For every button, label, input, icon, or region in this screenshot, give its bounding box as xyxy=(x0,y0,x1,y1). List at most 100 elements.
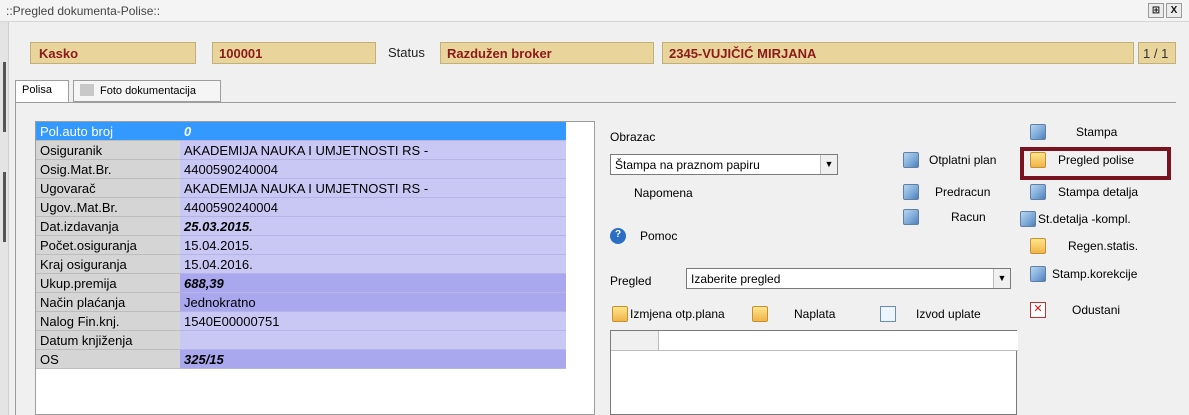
grid-row[interactable]: OS 325/15 xyxy=(36,350,594,369)
print-icon xyxy=(903,152,919,168)
obrazac-label: Obrazac xyxy=(610,130,656,144)
grid-value: AKADEMIJA NAUKA I UMJETNOSTI RS - xyxy=(180,179,566,198)
grid-row[interactable]: Pol.auto broj 0 xyxy=(36,122,594,141)
preview-grid[interactable] xyxy=(610,330,1018,415)
product-field: Kasko xyxy=(30,42,196,64)
tab-foto-label: Foto dokumentacija xyxy=(100,85,196,97)
dropdown-arrow-icon[interactable]: ▼ xyxy=(993,269,1010,288)
print-icon xyxy=(903,209,919,225)
napomena-label: Napomena xyxy=(634,186,693,200)
pomoc-button[interactable]: ? Pomoc xyxy=(610,226,710,248)
grid-row[interactable]: Kraj osiguranja 15.04.2016. xyxy=(36,255,594,274)
pregled-select[interactable]: Izaberite pregled ▼ xyxy=(686,268,1011,289)
stampa-button[interactable]: Stampa xyxy=(1030,122,1160,144)
izmjena-otp-plana-button[interactable]: Izmjena otp.plana xyxy=(612,304,742,326)
grid-row[interactable]: Ukup.premija 688,39 xyxy=(36,274,594,293)
otplatni-plan-button[interactable]: Otplatni plan xyxy=(903,150,1013,172)
close-button[interactable]: X xyxy=(1166,3,1182,18)
grid-row[interactable]: Nalog Fin.knj. 1540E00000751 xyxy=(36,312,594,331)
izmjena-label: Izmjena otp.plana xyxy=(630,307,725,321)
number-field: 100001 xyxy=(212,42,376,64)
racun-label: Racun xyxy=(951,210,986,224)
otplatni-plan-label: Otplatni plan xyxy=(929,153,997,167)
agent-field: 2345-VUJIČIĆ MIRJANA xyxy=(662,42,1134,64)
stamp-korekcije-button[interactable]: Stamp.korekcije xyxy=(1030,264,1170,286)
grid-empty-area xyxy=(566,122,594,414)
print-icon xyxy=(1030,266,1046,282)
odustani-button[interactable]: ✕ Odustani xyxy=(1030,300,1166,322)
cancel-icon: ✕ xyxy=(1030,302,1046,318)
predracun-button[interactable]: Predracun xyxy=(903,182,1013,204)
folder-icon xyxy=(752,306,768,322)
regen-statis-button[interactable]: Regen.statis. xyxy=(1030,236,1166,258)
print-icon xyxy=(1030,124,1046,140)
grid-value xyxy=(180,331,566,350)
grid-label: Ugovarač xyxy=(36,179,180,198)
st-detalja-kompl-button[interactable]: St.detalja -kompl. xyxy=(1020,209,1170,231)
grid-label: Osiguranik xyxy=(36,141,180,160)
ruler-mark xyxy=(3,172,6,242)
window-title: ::Pregled dokumenta-Polise:: xyxy=(6,4,161,18)
dropdown-arrow-icon[interactable]: ▼ xyxy=(820,155,837,174)
tab-foto-dokumentacija[interactable]: Foto dokumentacija xyxy=(73,80,221,102)
grid-value: 325/15 xyxy=(180,350,566,369)
grid-row[interactable]: Osiguranik AKADEMIJA NAUKA I UMJETNOSTI … xyxy=(36,141,594,160)
stampa-detalja-button[interactable]: Stampa detalja xyxy=(1030,182,1166,204)
grid-label: Ugov..Mat.Br. xyxy=(36,198,180,217)
grid-label: Počet.osiguranja xyxy=(36,236,180,255)
pregled-label: Pregled xyxy=(610,274,652,288)
grid-value: 15.04.2015. xyxy=(180,236,566,255)
left-ruler xyxy=(0,22,9,415)
grid-label: Pol.auto broj xyxy=(36,122,180,141)
pager-value: 1 / 1 xyxy=(1143,46,1169,61)
print-icon xyxy=(1020,211,1036,227)
stampa-label: Stampa xyxy=(1076,125,1118,139)
grid-label: Nalog Fin.knj. xyxy=(36,312,180,331)
grid-row[interactable]: Počet.osiguranja 15.04.2015. xyxy=(36,236,594,255)
highlight-annotation xyxy=(1020,147,1171,180)
grid-label: Ukup.premija xyxy=(36,274,180,293)
grid-value: Jednokratno xyxy=(180,293,566,312)
pregled-selected-value: Izaberite pregled xyxy=(691,272,781,286)
grid-label: Kraj osiguranja xyxy=(36,255,180,274)
document-search-icon xyxy=(880,306,896,322)
policy-property-grid[interactable]: Pol.auto broj 0 Osiguranik AKADEMIJA NAU… xyxy=(35,121,595,415)
image-icon xyxy=(80,84,94,96)
grid-row[interactable]: Ugovarač AKADEMIJA NAUKA I UMJETNOSTI RS… xyxy=(36,179,594,198)
agent-value: 2345-VUJIČIĆ MIRJANA xyxy=(669,46,817,61)
grid-row[interactable]: Način plaćanja Jednokratno xyxy=(36,293,594,312)
pomoc-label: Pomoc xyxy=(640,229,678,243)
predracun-label: Predracun xyxy=(935,185,991,199)
izvod-uplate-button[interactable]: Izvod uplate xyxy=(880,304,1010,326)
tab-polisa-label: Polisa xyxy=(22,84,52,96)
grid-value: 688,39 xyxy=(180,274,566,293)
grid-value: 4400590240004 xyxy=(180,198,566,217)
stampa-detalja-label: Stampa detalja xyxy=(1058,185,1139,199)
pin-button[interactable]: ⊞ xyxy=(1148,3,1164,18)
folder-icon xyxy=(612,306,628,322)
obrazac-selected-value: Štampa na praznom papiru xyxy=(615,158,760,172)
naplata-button[interactable]: Naplata xyxy=(752,304,852,326)
number-value: 100001 xyxy=(219,46,263,61)
obrazac-select[interactable]: Štampa na praznom papiru ▼ xyxy=(610,154,838,175)
grid-value: AKADEMIJA NAUKA I UMJETNOSTI RS - xyxy=(180,141,566,160)
title-bar: ::Pregled dokumenta-Polise:: ⊞ X xyxy=(0,0,1189,22)
grid-row[interactable]: Ugov..Mat.Br. 4400590240004 xyxy=(36,198,594,217)
preview-grid-header xyxy=(659,331,1018,351)
tab-polisa[interactable]: Polisa xyxy=(15,80,69,103)
grid-value: 25.03.2015. xyxy=(180,217,566,236)
grid-label: Datum knjiženja xyxy=(36,331,180,350)
preview-grid-corner xyxy=(611,331,659,351)
status-field: Razdužen broker xyxy=(440,42,654,64)
grid-label: Način plaćanja xyxy=(36,293,180,312)
status-value: Razdužen broker xyxy=(447,46,552,61)
racun-button[interactable]: Racun xyxy=(903,207,1013,229)
naplata-label: Naplata xyxy=(794,307,836,321)
grid-row[interactable]: Dat.izdavanja 25.03.2015. xyxy=(36,217,594,236)
st-detalja-kompl-label: St.detalja -kompl. xyxy=(1038,212,1131,226)
pager-field: 1 / 1 xyxy=(1138,42,1176,64)
grid-label: Dat.izdavanja xyxy=(36,217,180,236)
status-label: Status xyxy=(388,45,425,60)
grid-row[interactable]: Osig.Mat.Br. 4400590240004 xyxy=(36,160,594,179)
grid-row[interactable]: Datum knjiženja xyxy=(36,331,594,350)
